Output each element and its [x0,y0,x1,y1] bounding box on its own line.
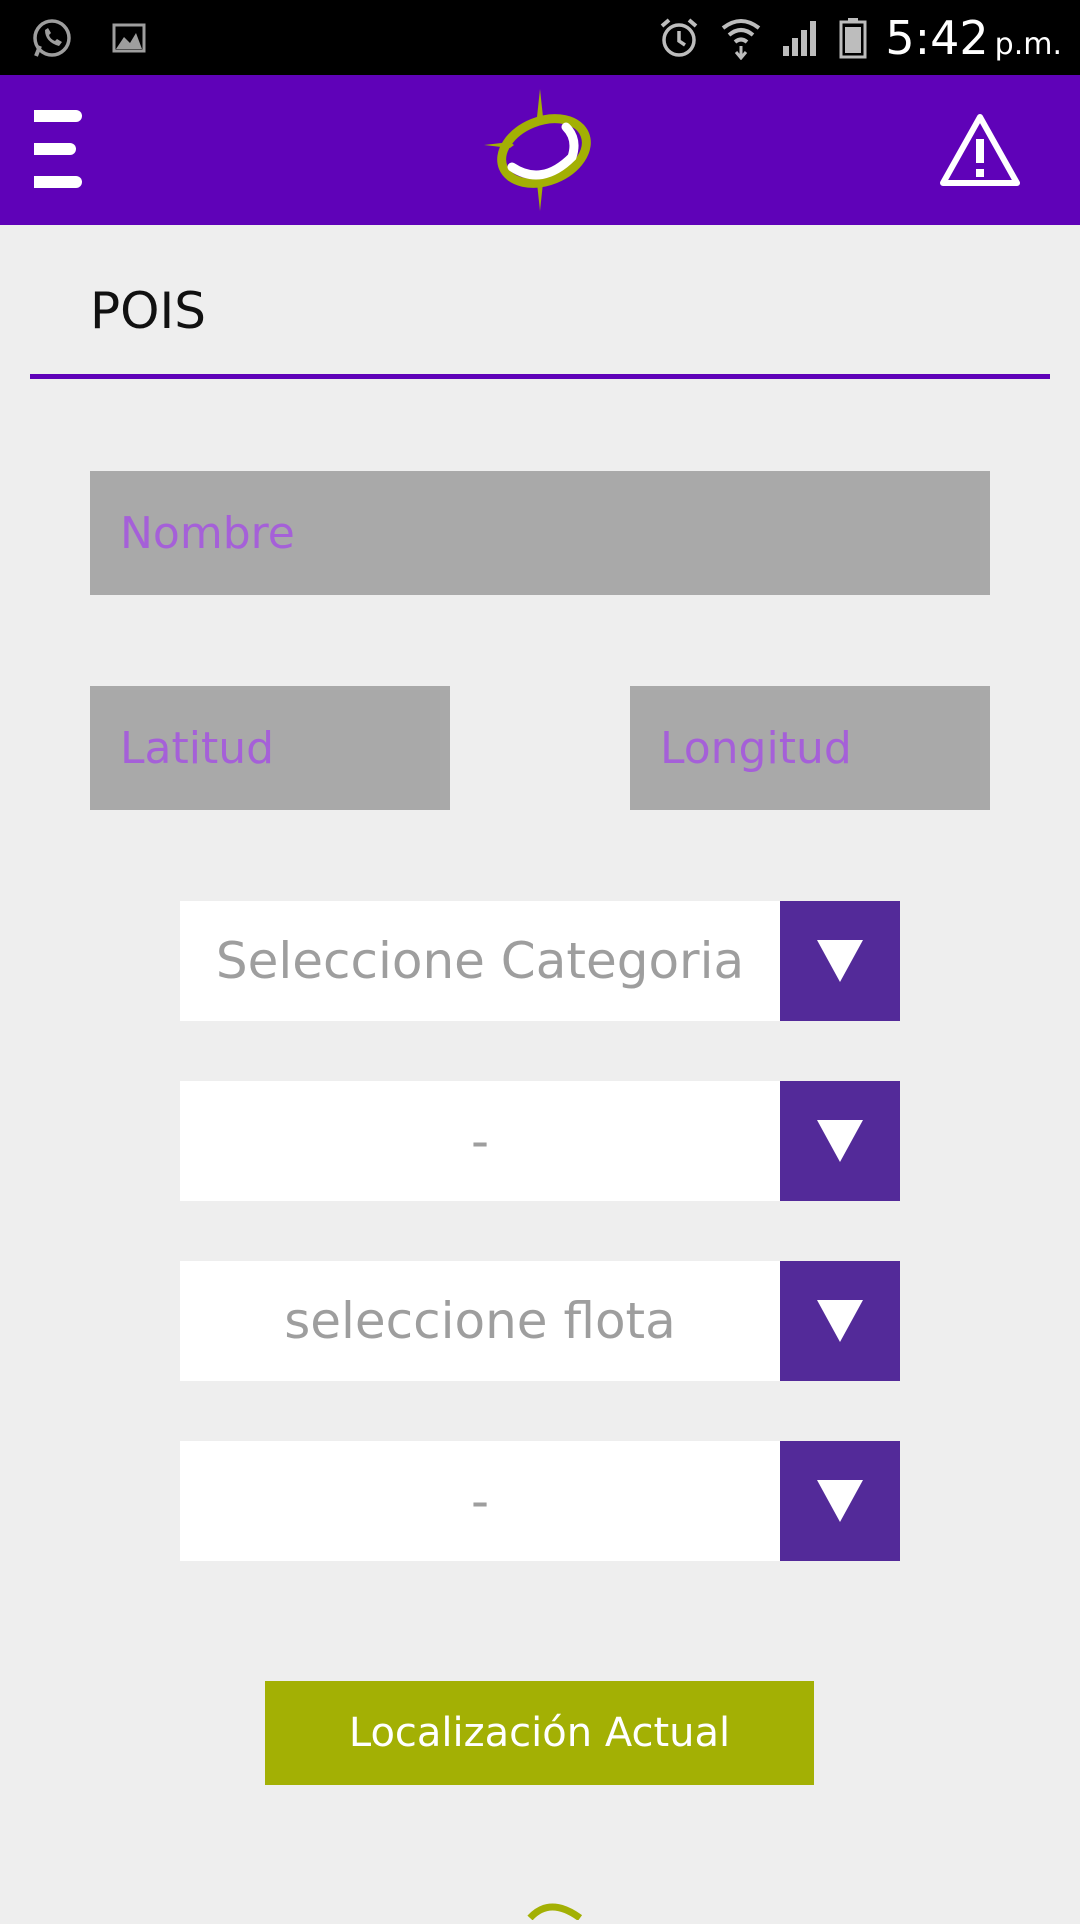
select-value: - [180,1441,780,1561]
status-time: 5:42 p.m. [885,11,1062,65]
whatsapp-icon [30,16,74,60]
triangle-down-icon [817,1480,863,1522]
triangle-down-icon [817,1300,863,1342]
status-bar: 5:42 p.m. [0,0,1080,75]
dropdown-arrow-button[interactable] [780,1081,900,1201]
current-location-button[interactable]: Localización Actual [265,1681,814,1785]
app-bar [0,75,1080,225]
clock-time: 5:42 [885,10,989,65]
alert-button[interactable] [940,113,1020,188]
latitude-field[interactable] [90,686,450,810]
name-field[interactable] [90,471,990,595]
longitude-field[interactable] [630,686,990,810]
alarm-icon [657,16,701,60]
compass-logo-icon [482,87,598,213]
triangle-down-icon [817,940,863,982]
category-select[interactable]: Seleccione Categoria [180,901,900,1021]
menu-button[interactable] [34,110,86,192]
dropdown-arrow-button[interactable] [780,1261,900,1381]
wifi-icon [719,16,763,60]
bottom-logo-icon [520,1892,590,1921]
battery-icon [839,17,867,59]
subcategory-select[interactable]: - [180,1081,900,1201]
select-value: Seleccione Categoria [180,901,780,1021]
dropdown-arrow-button[interactable] [780,901,900,1021]
signal-icon [781,18,821,58]
image-icon [112,23,146,53]
triangle-down-icon [817,1120,863,1162]
fleet-select[interactable]: seleccione flota [180,1261,900,1381]
select-value: seleccione flota [180,1261,780,1381]
select-value: - [180,1081,780,1201]
clock-ampm: p.m. [994,26,1062,62]
dropdown-arrow-button[interactable] [780,1441,900,1561]
vehicle-select[interactable]: - [180,1441,900,1561]
page-title: POIS [90,282,206,340]
warning-icon [940,114,1020,186]
title-divider [30,374,1050,379]
